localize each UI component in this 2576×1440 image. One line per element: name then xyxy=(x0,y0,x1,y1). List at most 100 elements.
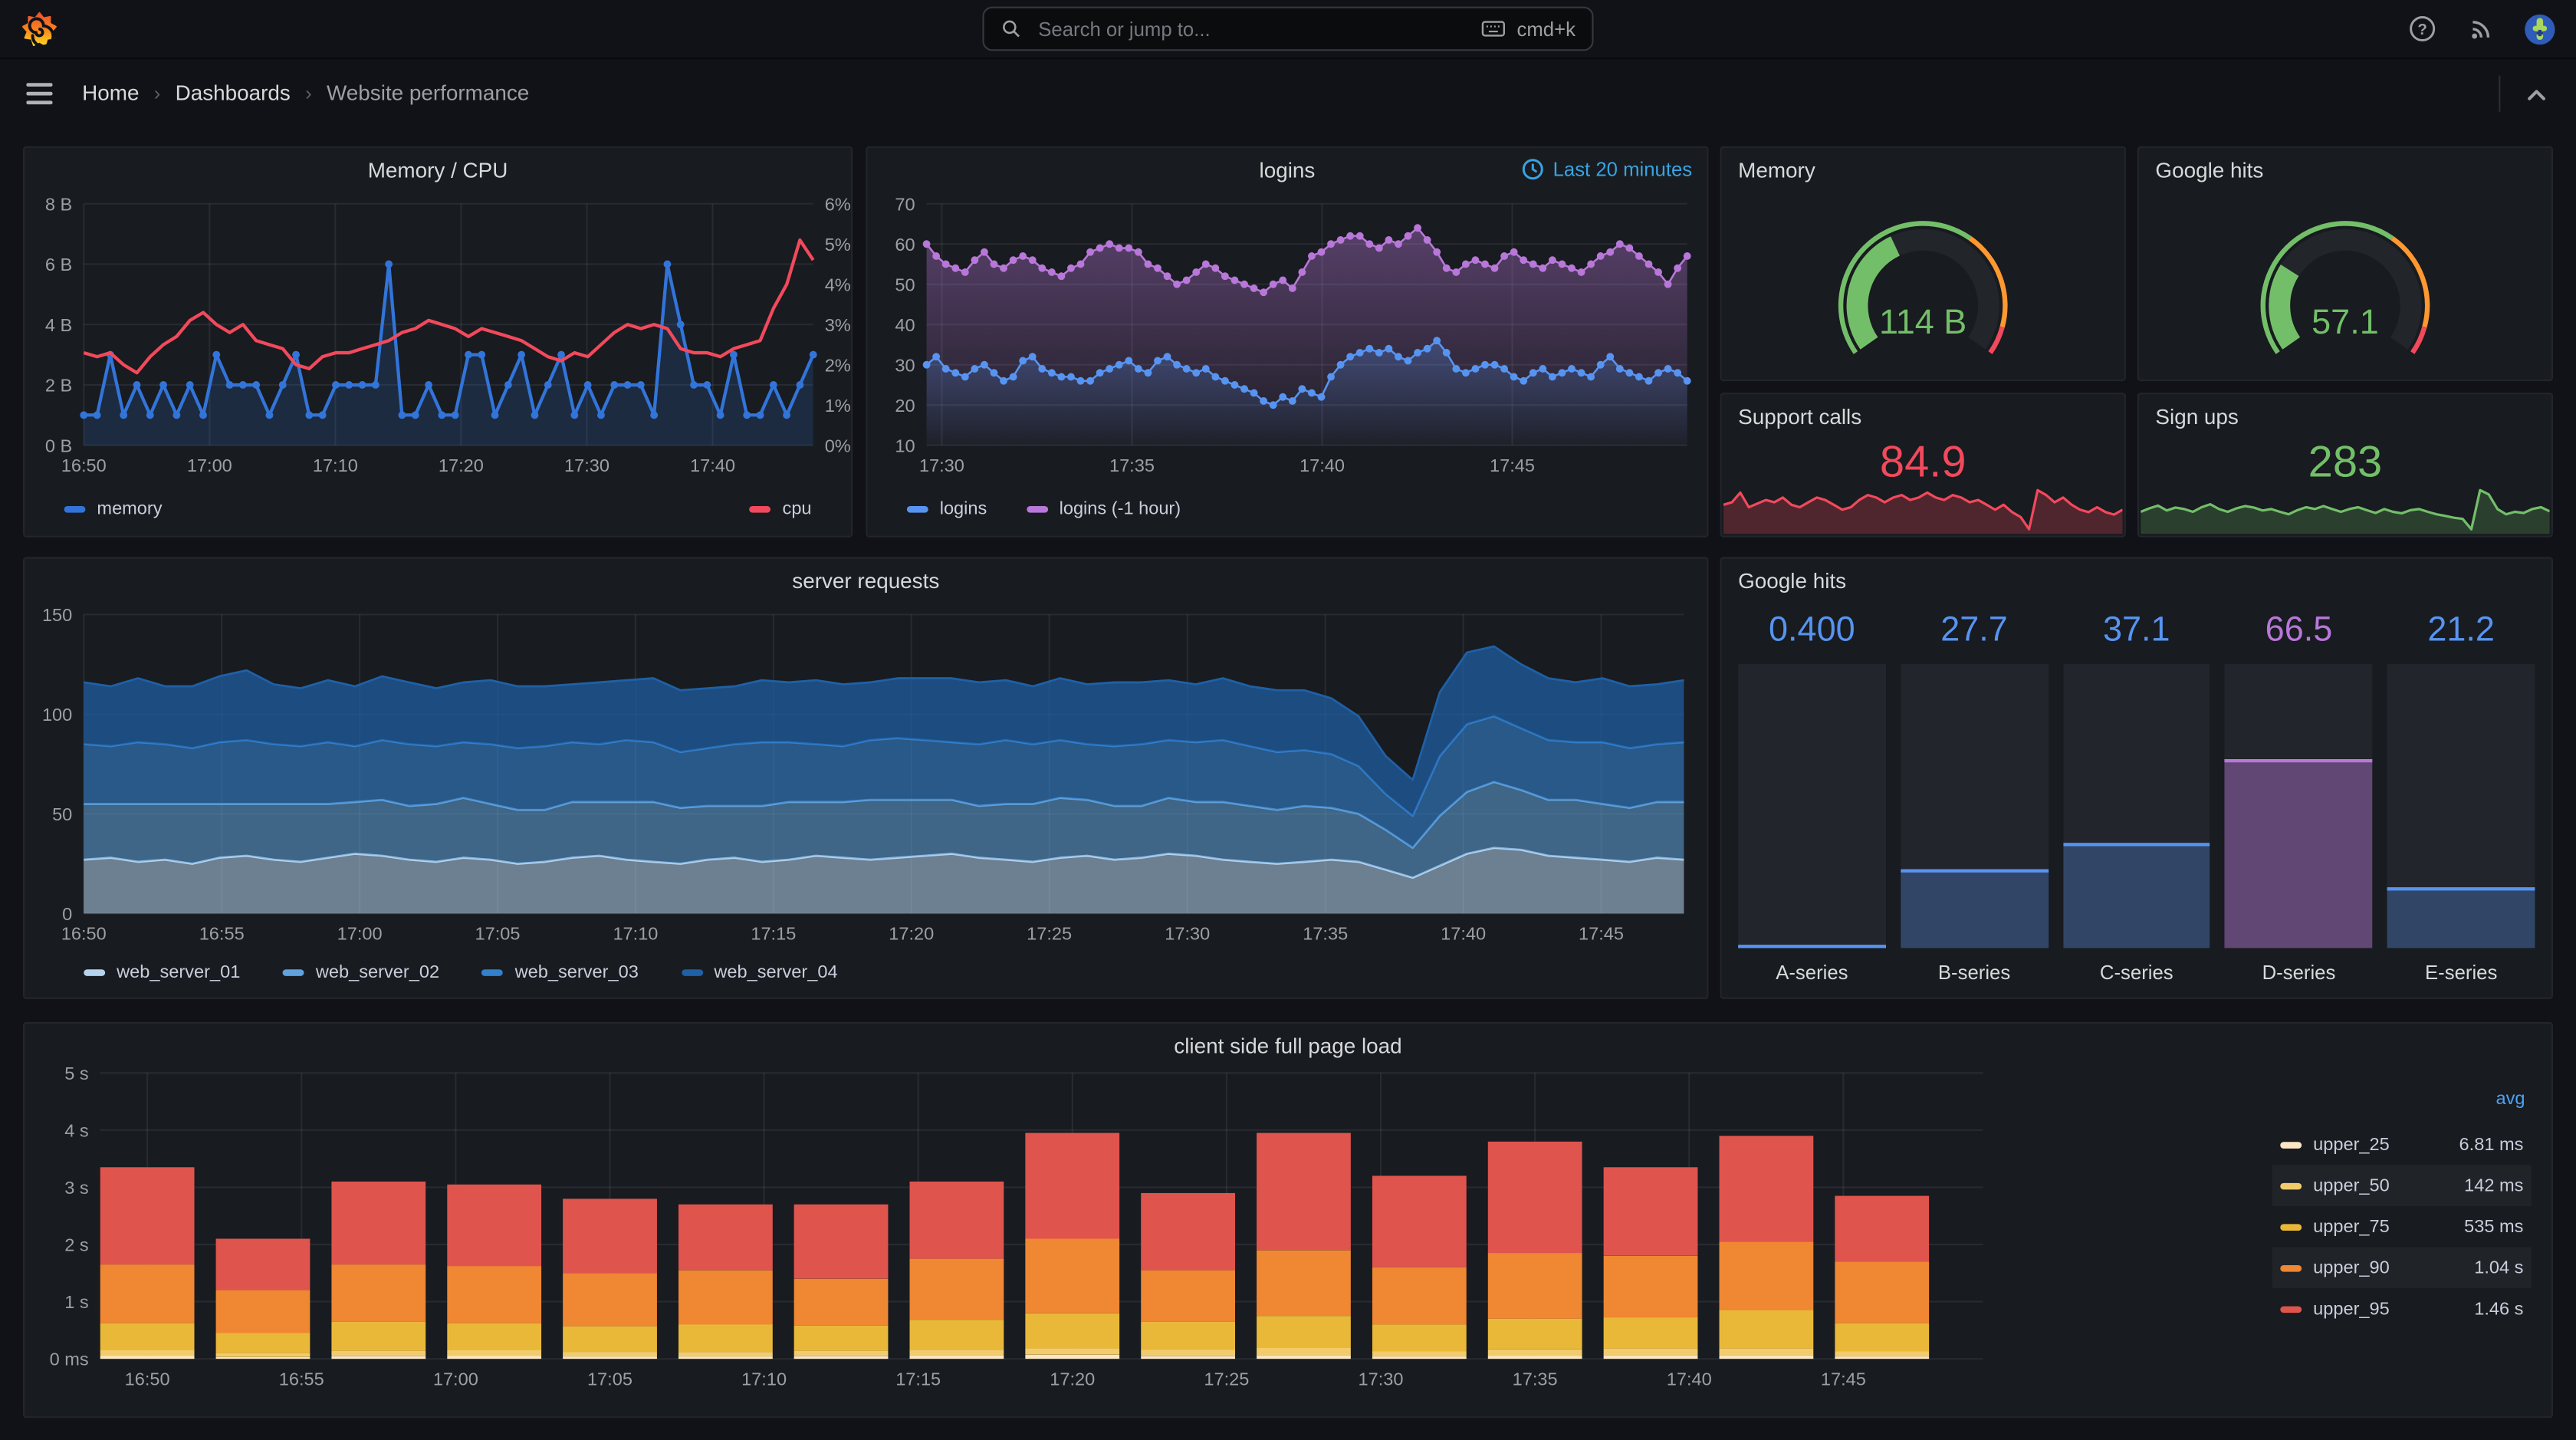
avatar[interactable] xyxy=(2523,12,2556,45)
divider xyxy=(2499,74,2501,111)
svg-text:20: 20 xyxy=(895,396,915,416)
svg-text:17:35: 17:35 xyxy=(1513,1369,1558,1389)
legend-item-web_server_03[interactable]: web_server_03 xyxy=(481,963,639,982)
svg-text:17:05: 17:05 xyxy=(587,1369,632,1389)
legend-item-web_server_02[interactable]: web_server_02 xyxy=(283,963,439,982)
memory-cpu-chart: 0 B 2 B 4 B 6 B 8 B 0% 1% 2% 3% 4% 5% 6% 16:50 17:00 1… xyxy=(25,148,851,536)
svg-text:17:30: 17:30 xyxy=(1165,924,1210,944)
breadcrumb-separator: › xyxy=(305,81,312,105)
svg-text:17:30: 17:30 xyxy=(1359,1369,1404,1389)
svg-text:40: 40 xyxy=(895,315,915,335)
grafana-logo-icon[interactable] xyxy=(20,9,59,48)
news-icon[interactable] xyxy=(2464,12,2497,45)
stat-value: 283 xyxy=(2308,437,2383,487)
legend-swatch xyxy=(906,506,928,513)
panel-google-hits-gauge: Google hits 57.1 xyxy=(2137,146,2553,382)
svg-text:5 s: 5 s xyxy=(64,1064,88,1083)
legend-item-memory[interactable]: memory xyxy=(64,499,163,519)
svg-text:17:20: 17:20 xyxy=(889,924,934,944)
legend-item-upper_75[interactable]: upper_75 535 ms xyxy=(2272,1206,2532,1248)
panel-title[interactable]: Google hits xyxy=(1722,559,2551,595)
search-bar[interactable]: cmd+k xyxy=(982,6,1594,51)
panel-memory-gauge: Memory 114 B xyxy=(1720,146,2126,382)
bar-gauge-value: 66.5 xyxy=(2265,611,2333,649)
legend-item-upper_50[interactable]: upper_50 142 ms xyxy=(2272,1165,2532,1206)
breadcrumb-dashboards[interactable]: Dashboards xyxy=(176,81,291,105)
svg-text:0: 0 xyxy=(62,904,72,924)
svg-text:?: ? xyxy=(2417,21,2426,38)
panel-server-requests: server requests 0 50 100 150 16:50 16:55 17:00… xyxy=(23,557,1709,999)
legend-item-cpu[interactable]: cpu xyxy=(749,499,812,519)
legend-item-upper_25[interactable]: upper_25 6.81 ms xyxy=(2272,1124,2532,1165)
svg-text:17:20: 17:20 xyxy=(439,455,484,475)
panel-time-range[interactable]: Last 20 minutes xyxy=(1522,158,1692,181)
legend-item-upper_90[interactable]: upper_90 1.04 s xyxy=(2272,1247,2532,1288)
svg-text:17:40: 17:40 xyxy=(1300,455,1345,475)
svg-text:6 B: 6 B xyxy=(45,255,72,275)
svg-text:16:50: 16:50 xyxy=(61,924,107,944)
svg-text:17:25: 17:25 xyxy=(1027,924,1072,944)
chevron-up-icon[interactable] xyxy=(2520,77,2553,110)
bar-gauge-value: 37.1 xyxy=(2102,611,2170,649)
svg-text:0%: 0% xyxy=(825,436,851,455)
legend-item-web_server_04[interactable]: web_server_04 xyxy=(681,963,838,982)
legend-swatch xyxy=(84,969,106,976)
bar-gauge-label: C-series xyxy=(2099,961,2174,985)
bar-gauge-bar xyxy=(1738,663,1886,948)
panel-title[interactable]: Memory xyxy=(1722,148,2124,184)
search-input[interactable] xyxy=(1035,15,1468,42)
menu-toggle-icon[interactable] xyxy=(23,77,56,110)
panel-title[interactable]: client side full page load xyxy=(25,1024,2551,1060)
bar-gauge-bar xyxy=(1900,663,2049,948)
legend-swatch xyxy=(283,969,304,976)
bar-gauge-bar xyxy=(2062,663,2210,948)
panel-google-hits-bars: Google hits 0.400 A-series 27.7 B-series 37.… xyxy=(1720,557,2553,999)
bar-gauge-column-B-series: 27.7 B-series xyxy=(1900,611,2049,988)
svg-text:17:20: 17:20 xyxy=(1050,1369,1095,1389)
bar-gauge-bar xyxy=(2387,663,2535,948)
svg-text:4%: 4% xyxy=(825,275,851,294)
grafana-logo-svg xyxy=(21,11,57,48)
panel-title[interactable]: server requests xyxy=(25,559,1707,595)
legend-item-web_server_01[interactable]: web_server_01 xyxy=(84,963,240,982)
svg-text:17:00: 17:00 xyxy=(433,1369,478,1389)
panel-title[interactable]: Memory / CPU xyxy=(25,148,851,184)
bar-gauge-column-D-series: 66.5 D-series xyxy=(2225,611,2373,988)
legend-item-upper_95[interactable]: upper_95 1.46 s xyxy=(2272,1288,2532,1330)
panel-sign-ups: Sign ups 283 xyxy=(2137,393,2553,538)
panel-title[interactable]: Support calls xyxy=(1722,394,2124,430)
bar-gauge-label: B-series xyxy=(1937,961,2011,985)
grafana-dashboard: cmd+k ? xyxy=(0,0,2576,1440)
svg-text:100: 100 xyxy=(42,705,72,725)
legend-swatch xyxy=(2280,1305,2302,1313)
svg-text:17:15: 17:15 xyxy=(751,924,796,944)
panel-title[interactable]: Sign ups xyxy=(2139,394,2551,430)
legend-item-logins[interactable]: logins xyxy=(906,499,987,519)
legend-swatch xyxy=(2280,1141,2302,1148)
top-bar: cmd+k ? xyxy=(0,0,2576,60)
client-load-chart: 0 ms 1 s 2 s 3 s 4 s 5 s 16:50 16:55 17:00 17:05 1… xyxy=(25,1024,2551,1416)
svg-text:60: 60 xyxy=(895,235,915,255)
bar-gauge-column-C-series: 37.1 C-series xyxy=(2062,611,2210,988)
svg-text:50: 50 xyxy=(895,275,915,294)
clock-icon xyxy=(1523,159,1544,180)
keyboard-icon xyxy=(1482,21,1506,37)
stat-value: 84.9 xyxy=(1879,437,1967,487)
legend-swatch xyxy=(749,506,771,513)
legend-swatch xyxy=(2280,1182,2302,1189)
panel-title[interactable]: Google hits xyxy=(2139,148,2551,184)
svg-text:17:10: 17:10 xyxy=(313,455,358,475)
legend-swatch xyxy=(2280,1223,2302,1230)
search-shortcut: cmd+k xyxy=(1480,18,1576,41)
svg-text:17:45: 17:45 xyxy=(1579,924,1624,944)
svg-text:17:00: 17:00 xyxy=(337,924,383,944)
logins-chart: 10 20 30 40 50 60 70 17:30 17:35 17:40 17:45 xyxy=(867,148,1707,536)
svg-text:16:50: 16:50 xyxy=(125,1369,170,1389)
svg-text:17:35: 17:35 xyxy=(1109,455,1155,475)
svg-text:2%: 2% xyxy=(825,355,851,375)
breadcrumb-home[interactable]: Home xyxy=(82,81,139,105)
svg-text:16:50: 16:50 xyxy=(61,455,107,475)
help-icon[interactable]: ? xyxy=(2405,12,2438,45)
legend-item-logins (-1 hour)[interactable]: logins (-1 hour) xyxy=(1026,499,1181,519)
bar-gauge-label: A-series xyxy=(1776,961,1848,985)
